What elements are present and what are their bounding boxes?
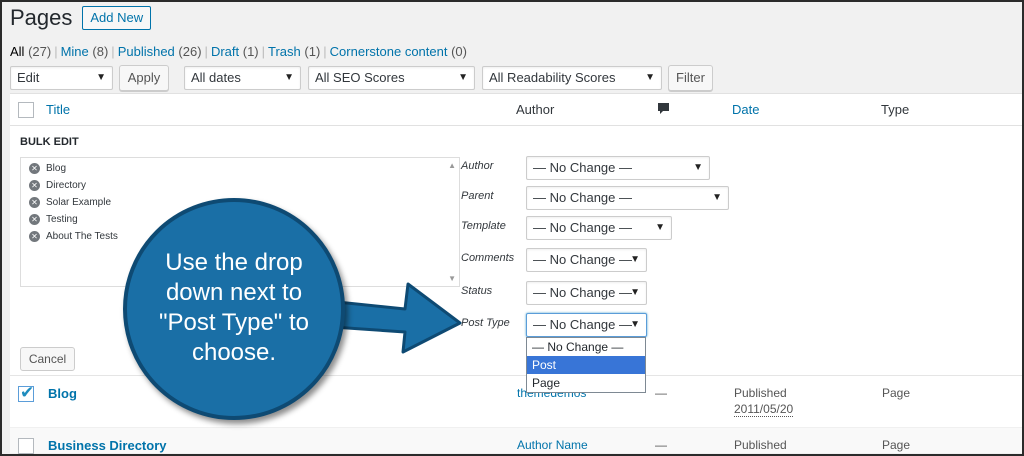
callout-text: Use the drop down next to "Post Type" to… <box>158 249 309 366</box>
instruction-callout: Use the drop down next to "Post Type" to… <box>123 198 345 420</box>
callout-arrow <box>316 282 462 354</box>
